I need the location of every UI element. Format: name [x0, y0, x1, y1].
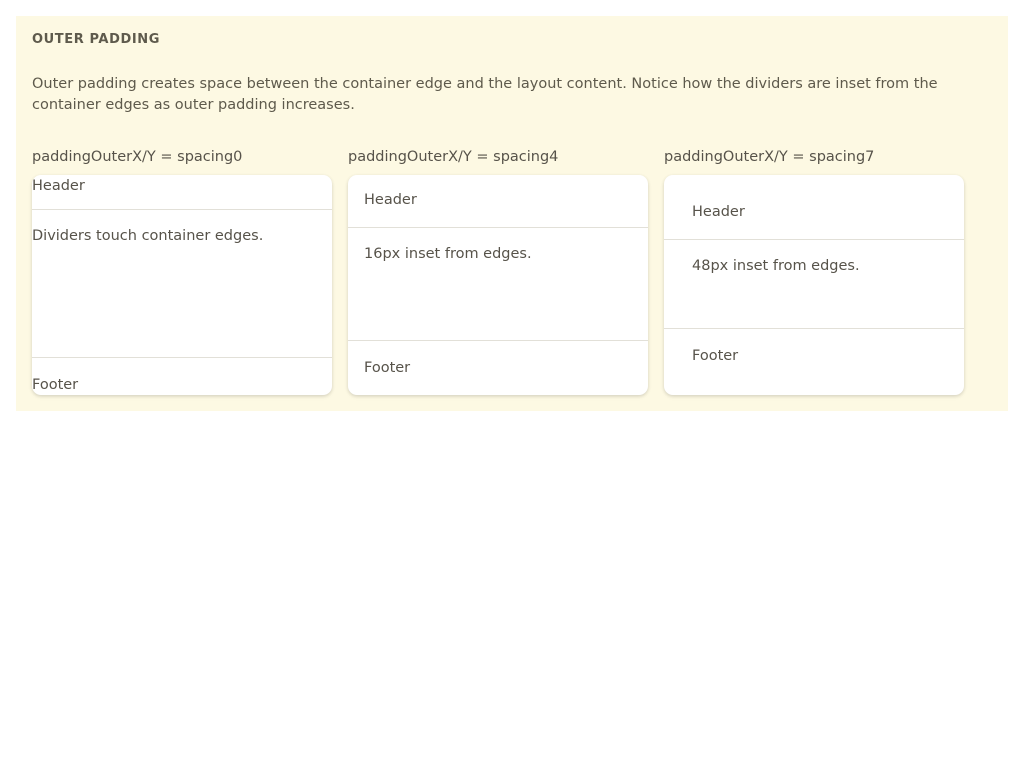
- examples-row: paddingOuterX/Y = spacing0 Header Divide…: [32, 148, 964, 395]
- card-body: 48px inset from edges.: [692, 258, 860, 274]
- card-body: Dividers touch container edges.: [32, 228, 264, 244]
- card-footer: Footer: [364, 360, 411, 376]
- example-label: paddingOuterX/Y = spacing7: [664, 149, 875, 165]
- example-spacing4: paddingOuterX/Y = spacing4 Header 16px i…: [348, 148, 648, 395]
- layout-card: Header 48px inset from edges. Footer: [664, 175, 964, 395]
- card-footer: Footer: [32, 377, 79, 393]
- card-footer: Footer: [692, 348, 739, 364]
- section-title: OUTER PADDING: [32, 32, 161, 47]
- section-description: Outer padding creates space between the …: [32, 76, 938, 113]
- example-spacing7: paddingOuterX/Y = spacing7 Header 48px i…: [664, 148, 964, 395]
- card-content: Header 48px inset from edges. Footer: [664, 203, 964, 367]
- example-label: paddingOuterX/Y = spacing4: [348, 149, 559, 165]
- card-header: Header: [32, 178, 85, 194]
- layout-card: Header 16px inset from edges. Footer: [348, 175, 648, 395]
- example-spacing0: paddingOuterX/Y = spacing0 Header Divide…: [32, 148, 332, 395]
- outer-padding-section: OUTER PADDING Outer padding creates spac…: [16, 16, 1008, 411]
- card-body: 16px inset from edges.: [364, 246, 532, 262]
- card-header: Header: [692, 204, 745, 220]
- card-header: Header: [364, 192, 417, 208]
- layout-card: Header Dividers touch container edges. F…: [32, 175, 332, 395]
- card-content: Header Dividers touch container edges. F…: [32, 175, 332, 395]
- card-content: Header 16px inset from edges. Footer: [348, 191, 648, 379]
- example-label: paddingOuterX/Y = spacing0: [32, 149, 243, 165]
